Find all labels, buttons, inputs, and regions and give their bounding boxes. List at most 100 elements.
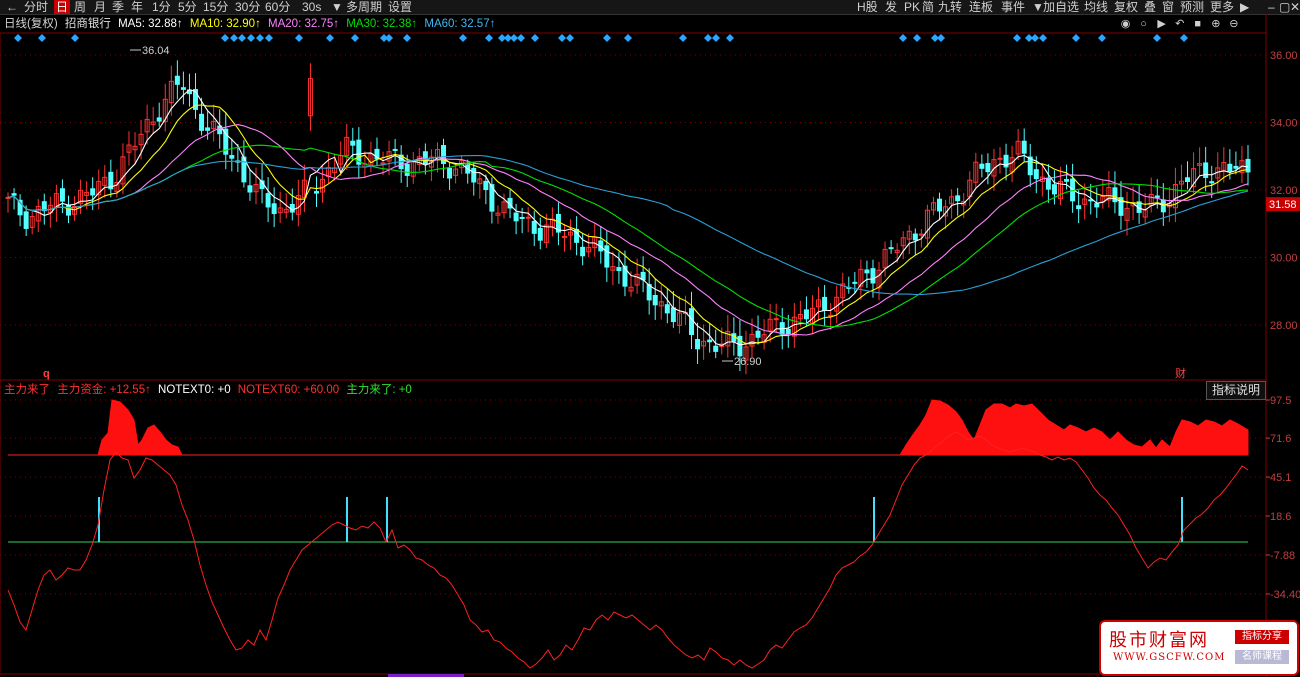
chart-info-bar: 日线(复权) 招商银行 MA5: 32.88↑ MA10: 32.90↑ MA2…: [4, 17, 499, 31]
signal-diamond: [679, 34, 687, 42]
candle: [320, 164, 326, 203]
candle: [477, 172, 483, 199]
signal-diamond: [726, 34, 734, 42]
candle-body: [1033, 169, 1039, 180]
price-annotations: 36.04 26.90 q 财: [43, 45, 1188, 380]
signal-diamond: [1180, 34, 1188, 42]
stock-name: 招商银行: [64, 18, 111, 30]
indicator-help-button[interactable]: 指标说明: [1206, 381, 1266, 400]
ma5-line: [7, 88, 1249, 347]
signal-diamond: [351, 34, 359, 42]
candle: [271, 187, 277, 228]
indicator-oscillator-line: [7, 431, 1249, 669]
candle: [78, 179, 84, 214]
candle: [5, 192, 11, 213]
candle: [852, 272, 858, 294]
candle: [368, 141, 374, 173]
candle-body: [561, 235, 567, 238]
indicator-axis-label: -34.40: [1270, 589, 1300, 601]
zoom-in-icon[interactable]: ⊕: [1208, 17, 1223, 31]
price-axis-label: 34.00: [1270, 118, 1298, 130]
candle-body: [471, 167, 477, 183]
candle: [1197, 147, 1203, 177]
indicator-name: 主力来了: [4, 384, 50, 396]
candle: [23, 205, 29, 236]
candle-body: [59, 188, 65, 202]
signal-diamond: [295, 34, 303, 42]
moving-average-lines: [7, 88, 1249, 347]
candle-body: [313, 191, 319, 194]
current-price-label: 31.58: [1269, 199, 1297, 211]
chart-canvas[interactable]: 36.00 34.00 32.00 30.00 28.00 31.58 97.5 71.6 45…: [0, 0, 1300, 677]
candle-body: [1076, 205, 1082, 210]
chart-tool-icons: ◉ ○ ▶ ↶ ■ ⊕ ⊖: [1118, 17, 1241, 31]
candle: [652, 279, 658, 320]
ma5-value: MA5: 32.88↑: [118, 18, 183, 30]
play-icon[interactable]: ▶: [1154, 17, 1169, 31]
lock-icon[interactable]: ■: [1190, 17, 1205, 31]
candle: [610, 251, 616, 286]
candle-body: [870, 268, 876, 284]
indicator-axis-label: 97.5: [1270, 395, 1291, 407]
candle-body: [670, 307, 676, 323]
candle-body: [985, 163, 991, 173]
candle: [1136, 185, 1142, 224]
candle-body: [519, 216, 525, 219]
signal-diamond: [459, 34, 467, 42]
candle: [1045, 164, 1051, 203]
undo-icon[interactable]: ↶: [1172, 17, 1187, 31]
period-label: 日线(复权): [4, 18, 58, 30]
candle-body: [1209, 181, 1215, 184]
signal-diamond: [485, 34, 493, 42]
candle: [1057, 166, 1063, 206]
candle: [1015, 128, 1021, 160]
signal-diamond: [385, 34, 393, 42]
candle-body: [580, 246, 586, 257]
price-axis-label: 32.00: [1270, 185, 1298, 197]
candle: [156, 102, 162, 127]
candle: [265, 177, 271, 223]
candle: [1106, 171, 1112, 208]
candle-body: [822, 296, 828, 311]
candle: [846, 276, 852, 294]
watermark-badge-course: 名师课程: [1235, 650, 1289, 664]
candle-body: [447, 167, 453, 179]
candle: [695, 322, 701, 364]
candle-body: [1051, 184, 1057, 195]
candle-body: [937, 198, 943, 212]
candle: [229, 138, 235, 172]
signal-diamond: [566, 34, 574, 42]
zoom-out-icon[interactable]: ⊖: [1226, 17, 1241, 31]
candle: [755, 315, 761, 345]
candle: [132, 132, 138, 165]
candle: [428, 149, 434, 182]
candle-body: [199, 113, 205, 131]
candle: [29, 209, 35, 235]
indicator-info-bar: 主力来了 主力资金: +12.55↑ NOTEXT0: +0 NOTEXT60:…: [4, 383, 416, 397]
candle-body: [689, 308, 695, 336]
signal-diamond: [899, 34, 907, 42]
candle: [888, 240, 894, 254]
signal-diamond: [704, 34, 712, 42]
candle: [59, 179, 65, 214]
eye-icon[interactable]: ◉: [1118, 17, 1133, 31]
candle-body: [247, 185, 253, 193]
candle: [1203, 146, 1209, 192]
circle-icon[interactable]: ○: [1136, 17, 1151, 31]
candle-body: [23, 211, 29, 229]
candle: [374, 137, 380, 167]
candle: [162, 83, 168, 132]
candle: [900, 231, 906, 260]
grid-lines: [0, 14, 1267, 677]
signal-diamond: [238, 34, 246, 42]
signal-diamond: [913, 34, 921, 42]
candle: [761, 319, 767, 350]
signal-diamond: [14, 34, 22, 42]
signal-diamond: [603, 34, 611, 42]
candle-body: [350, 140, 356, 146]
candle: [307, 63, 313, 131]
candle: [108, 159, 114, 198]
candle-body: [65, 204, 71, 216]
signal-diamonds: [14, 34, 1188, 42]
candle: [193, 73, 199, 119]
